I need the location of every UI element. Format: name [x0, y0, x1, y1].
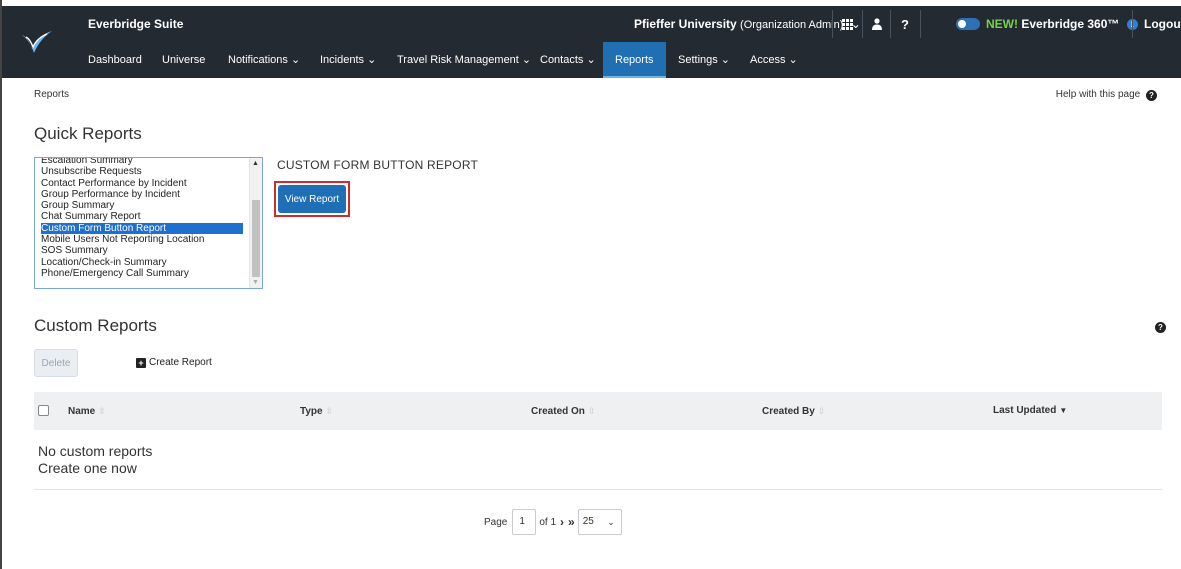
list-item[interactable]: Unsubscribe Requests [41, 166, 243, 177]
column-header-created-by[interactable]: Created By ⇳ [762, 392, 825, 430]
page-number-input[interactable]: 1 [512, 509, 537, 535]
create-one-now-link[interactable]: Create one now [38, 460, 137, 476]
page-size-select[interactable]: 25 ⌄ [577, 509, 622, 535]
delete-button[interactable]: Delete [34, 349, 78, 377]
page-count-label: of 1 [539, 516, 557, 528]
new-badge: NEW! [986, 17, 1018, 31]
nav-reports[interactable]: Reports [603, 42, 666, 78]
logout-button[interactable]: Logout [1144, 6, 1181, 42]
nav-settings[interactable]: Settings ⌄ [678, 42, 730, 78]
scroll-up-arrow-icon[interactable]: ▲ [252, 160, 259, 167]
apps-grid-icon[interactable] [836, 6, 858, 42]
header-divider [862, 10, 863, 38]
nav-dashboard[interactable]: Dashboard [88, 42, 142, 78]
sort-icon: ⇳ [817, 406, 826, 416]
page-label: Page [484, 516, 508, 528]
pagination: Page 1 of 1 › » 25 ⌄ [484, 509, 622, 535]
list-item[interactable]: Group Performance by Incident [41, 189, 243, 200]
nav-access[interactable]: Access ⌄ [750, 42, 798, 78]
help-question-icon[interactable]: ? [894, 6, 916, 42]
list-item-selected[interactable]: Custom Form Button Report [41, 222, 243, 235]
list-item[interactable]: Escalation Summary [41, 158, 243, 166]
everbridge-360-label[interactable]: NEW! Everbridge 360™ i [986, 6, 1138, 42]
nav-notifications[interactable]: Notifications ⌄ [228, 42, 300, 78]
list-item[interactable]: Location/Check-in Summary [41, 257, 243, 268]
nav-universe[interactable]: Universe [162, 42, 205, 78]
custom-reports-help[interactable]: ? [1152, 316, 1166, 334]
plus-square-icon: + [136, 358, 146, 368]
list-item[interactable]: Group Summary [41, 200, 243, 211]
table-divider [34, 489, 1162, 490]
top-header: Everbridge Suite Pfieffer University (Or… [0, 6, 1181, 78]
scroll-thumb[interactable] [252, 200, 260, 277]
scroll-down-arrow-icon[interactable]: ▼ [252, 279, 259, 286]
header-divider [1132, 10, 1133, 38]
sort-descending-icon: ▼ [1059, 406, 1068, 415]
question-circle-icon: ? [1146, 90, 1157, 101]
org-name: Pfieffer University [634, 17, 737, 31]
list-item[interactable]: Chat Summary Report [41, 211, 243, 222]
last-page-icon[interactable]: » [568, 515, 575, 529]
column-header-created-on[interactable]: Created On ⇳ [531, 392, 595, 430]
quick-reports-title: Quick Reports [34, 124, 142, 143]
create-report-button[interactable]: + Create Report [136, 349, 212, 377]
sort-icon: ⇳ [325, 406, 334, 416]
column-header-last-updated[interactable]: Last Updated ▼ [993, 392, 1067, 430]
everbridge-logo[interactable] [0, 6, 74, 78]
nav-incidents[interactable]: Incidents ⌄ [320, 42, 376, 78]
list-item[interactable]: Phone/Emergency Call Summary [41, 268, 243, 279]
header-divider [890, 10, 891, 38]
chevron-down-icon: ⌄ [607, 517, 615, 527]
column-header-name[interactable]: Name ⇳ [68, 392, 106, 430]
list-item[interactable]: Mobile Users Not Reporting Location [41, 234, 243, 245]
header-divider [832, 10, 833, 38]
quick-reports-list[interactable]: Escalation Summary Unsubscribe Requests … [34, 157, 263, 289]
question-circle-icon: ? [1155, 322, 1166, 333]
view-report-button[interactable]: View Report [278, 185, 346, 213]
everbridge-360-toggle[interactable] [956, 18, 980, 30]
e360-text: Everbridge 360™ [1021, 17, 1120, 31]
main-navigation: Dashboard Universe Notifications ⌄ Incid… [74, 42, 1181, 78]
sort-icon: ⇳ [98, 406, 106, 416]
next-page-icon[interactable]: › [560, 515, 564, 529]
help-with-page-link[interactable]: Help with this page ? [1056, 89, 1157, 101]
list-item[interactable]: SOS Summary [41, 245, 243, 256]
column-header-type[interactable]: Type ⇳ [300, 392, 333, 430]
custom-reports-title: Custom Reports [34, 316, 157, 335]
list-item[interactable]: Contact Performance by Incident [41, 178, 243, 189]
brand-title: Everbridge Suite [88, 17, 184, 31]
create-report-label: Create Report [149, 357, 212, 368]
user-icon[interactable] [866, 6, 888, 42]
list-scrollbar[interactable]: ▲ ▼ [249, 158, 262, 288]
help-link-label: Help with this page [1055, 89, 1141, 100]
header-divider [920, 10, 921, 38]
page-size-value: 25 [582, 516, 594, 527]
select-all-checkbox[interactable] [38, 405, 49, 416]
organization-selector[interactable]: Pfieffer University (Organization Admin)… [634, 6, 861, 42]
org-role: (Organization Admin) [740, 19, 844, 31]
selected-report-heading: CUSTOM FORM BUTTON REPORT [277, 158, 479, 172]
empty-state-message: No custom reports [38, 443, 153, 459]
nav-contacts[interactable]: Contacts ⌄ [540, 42, 596, 78]
nav-travel-risk-management[interactable]: Travel Risk Management ⌄ [397, 42, 531, 78]
custom-reports-table-header: Name ⇳ Type ⇳ Created On ⇳ Created By ⇳ Last… [34, 392, 1162, 430]
sort-icon: ⇳ [587, 406, 596, 416]
breadcrumb: Reports [34, 89, 70, 100]
